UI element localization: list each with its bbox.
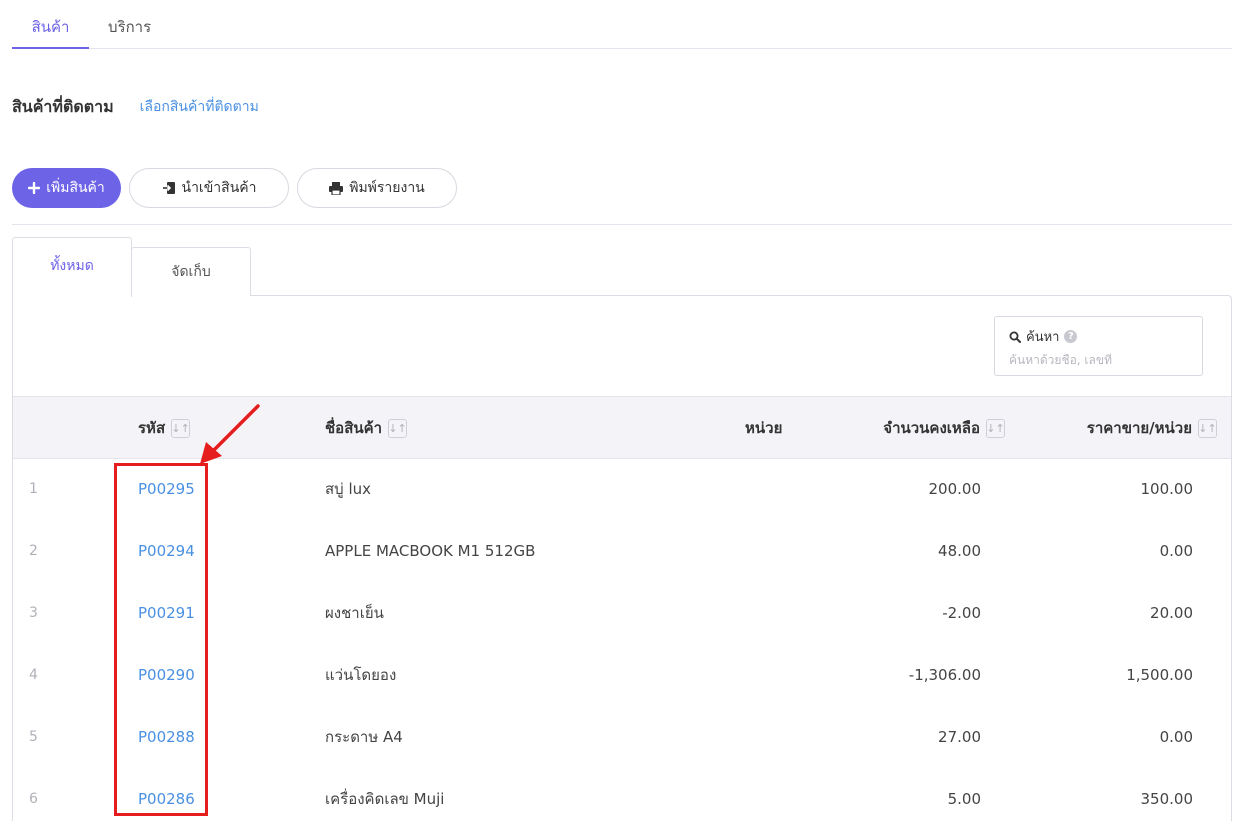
- product-name: APPLE MACBOOK M1 512GB: [325, 542, 536, 560]
- product-name: แว่นโดยอง: [325, 666, 397, 684]
- column-header-price[interactable]: ราคาขาย/หน่วย ↓↑: [1087, 397, 1217, 459]
- add-product-label: เพิ่มสินค้า: [46, 180, 105, 196]
- row-index: 2: [29, 543, 38, 559]
- search-label-row: ค้นหา ?: [1009, 326, 1188, 347]
- product-code-link[interactable]: P00294: [138, 520, 195, 582]
- print-report-label: พิมพ์รายงาน: [349, 180, 425, 196]
- product-price: 1,500.00: [1126, 666, 1193, 684]
- product-quantity: 200.00: [928, 480, 982, 498]
- column-header-code[interactable]: รหัส ↓↑: [138, 397, 191, 459]
- product-name: ผงชาเย็น: [325, 604, 384, 622]
- column-header-name[interactable]: ชื่อสินค้า ↓↑: [325, 397, 408, 459]
- import-products-label: นำเข้าสินค้า: [181, 180, 257, 196]
- tab-products[interactable]: สินค้า: [12, 16, 89, 49]
- column-header-price-label: ราคาขาย/หน่วย: [1086, 419, 1192, 437]
- product-price: 100.00: [1140, 480, 1194, 498]
- select-followed-products-link[interactable]: เลือกสินค้าที่ติดตาม: [140, 96, 259, 118]
- row-index: 1: [29, 481, 38, 497]
- product-price: 350.00: [1140, 790, 1194, 808]
- column-header-quantity-label: จำนวนคงเหลือ: [883, 419, 980, 437]
- product-quantity: 27.00: [938, 728, 981, 746]
- import-products-button[interactable]: นำเข้าสินค้า: [129, 168, 289, 208]
- products-panel: ค้นหา ? รหัส ↓↑ ชื่อสินค้า ↓↑ หน่วย จำนว…: [12, 295, 1232, 821]
- plus-icon: [28, 182, 41, 194]
- search-icon: [1009, 331, 1021, 343]
- row-index: 5: [29, 729, 38, 745]
- row-index: 4: [29, 667, 38, 683]
- product-code-link[interactable]: P00291: [138, 582, 195, 644]
- product-code-link[interactable]: P00286: [138, 768, 195, 821]
- help-icon[interactable]: ?: [1064, 330, 1078, 343]
- sort-icon[interactable]: ↓↑: [171, 418, 191, 438]
- annotation-arrow-icon: [200, 404, 260, 464]
- product-code-link[interactable]: P00288: [138, 706, 195, 768]
- search-box: ค้นหา ?: [994, 316, 1203, 376]
- column-header-name-label: ชื่อสินค้า: [325, 419, 383, 437]
- column-header-unit: หน่วย: [745, 397, 782, 459]
- row-index: 6: [29, 791, 38, 807]
- search-label: ค้นหา: [1026, 330, 1060, 345]
- product-code-link[interactable]: P00295: [138, 458, 195, 520]
- table-row[interactable]: 4 P00290 แว่นโดยอง -1,306.00 1,500.00: [13, 644, 1231, 706]
- tab-all[interactable]: ทั้งหมด: [12, 237, 132, 297]
- table-row[interactable]: 2 P00294 APPLE MACBOOK M1 512GB 48.00 0.…: [13, 520, 1231, 582]
- row-index: 3: [29, 605, 38, 621]
- column-header-unit-label: หน่วย: [745, 419, 783, 437]
- product-price: 0.00: [1159, 542, 1193, 560]
- product-quantity: 5.00: [947, 790, 981, 808]
- product-price: 0.00: [1159, 728, 1193, 746]
- search-input[interactable]: [1009, 353, 1188, 367]
- sort-icon[interactable]: ↓↑: [388, 418, 408, 438]
- tab-services[interactable]: บริการ: [108, 16, 151, 49]
- tab-archived[interactable]: จัดเก็บ: [131, 247, 251, 296]
- product-name: กระดาษ A4: [325, 728, 403, 746]
- add-product-button[interactable]: เพิ่มสินค้า: [12, 168, 121, 208]
- printer-icon: [329, 181, 344, 195]
- table-row[interactable]: 5 P00288 กระดาษ A4 27.00 0.00: [13, 706, 1231, 768]
- sort-icon[interactable]: ↓↑: [1198, 418, 1217, 438]
- table-row[interactable]: 6 P00286 เครื่องคิดเลข Muji 5.00 350.00: [13, 768, 1231, 821]
- followed-products-title: สินค้าที่ติดตาม: [12, 96, 114, 116]
- product-price: 20.00: [1150, 604, 1193, 622]
- product-code-link[interactable]: P00290: [138, 644, 195, 706]
- product-quantity: 48.00: [938, 542, 981, 560]
- sort-icon[interactable]: ↓↑: [986, 418, 1005, 438]
- product-quantity: -2.00: [942, 604, 981, 622]
- product-name: เครื่องคิดเลข Muji: [325, 790, 445, 808]
- print-report-button[interactable]: พิมพ์รายงาน: [297, 168, 457, 208]
- column-header-quantity[interactable]: จำนวนคงเหลือ ↓↑: [883, 397, 1005, 459]
- followed-products-row: สินค้าที่ติดตาม เลือกสินค้าที่ติดตาม: [12, 95, 259, 119]
- product-name: สบู่ lux: [325, 480, 371, 498]
- divider: [12, 224, 1232, 225]
- top-tabs: สินค้า บริการ: [12, 0, 1232, 49]
- product-quantity: -1,306.00: [908, 666, 981, 684]
- column-header-code-label: รหัส: [138, 419, 166, 437]
- table-row[interactable]: 3 P00291 ผงชาเย็น -2.00 20.00: [13, 582, 1231, 644]
- import-icon: [162, 181, 176, 195]
